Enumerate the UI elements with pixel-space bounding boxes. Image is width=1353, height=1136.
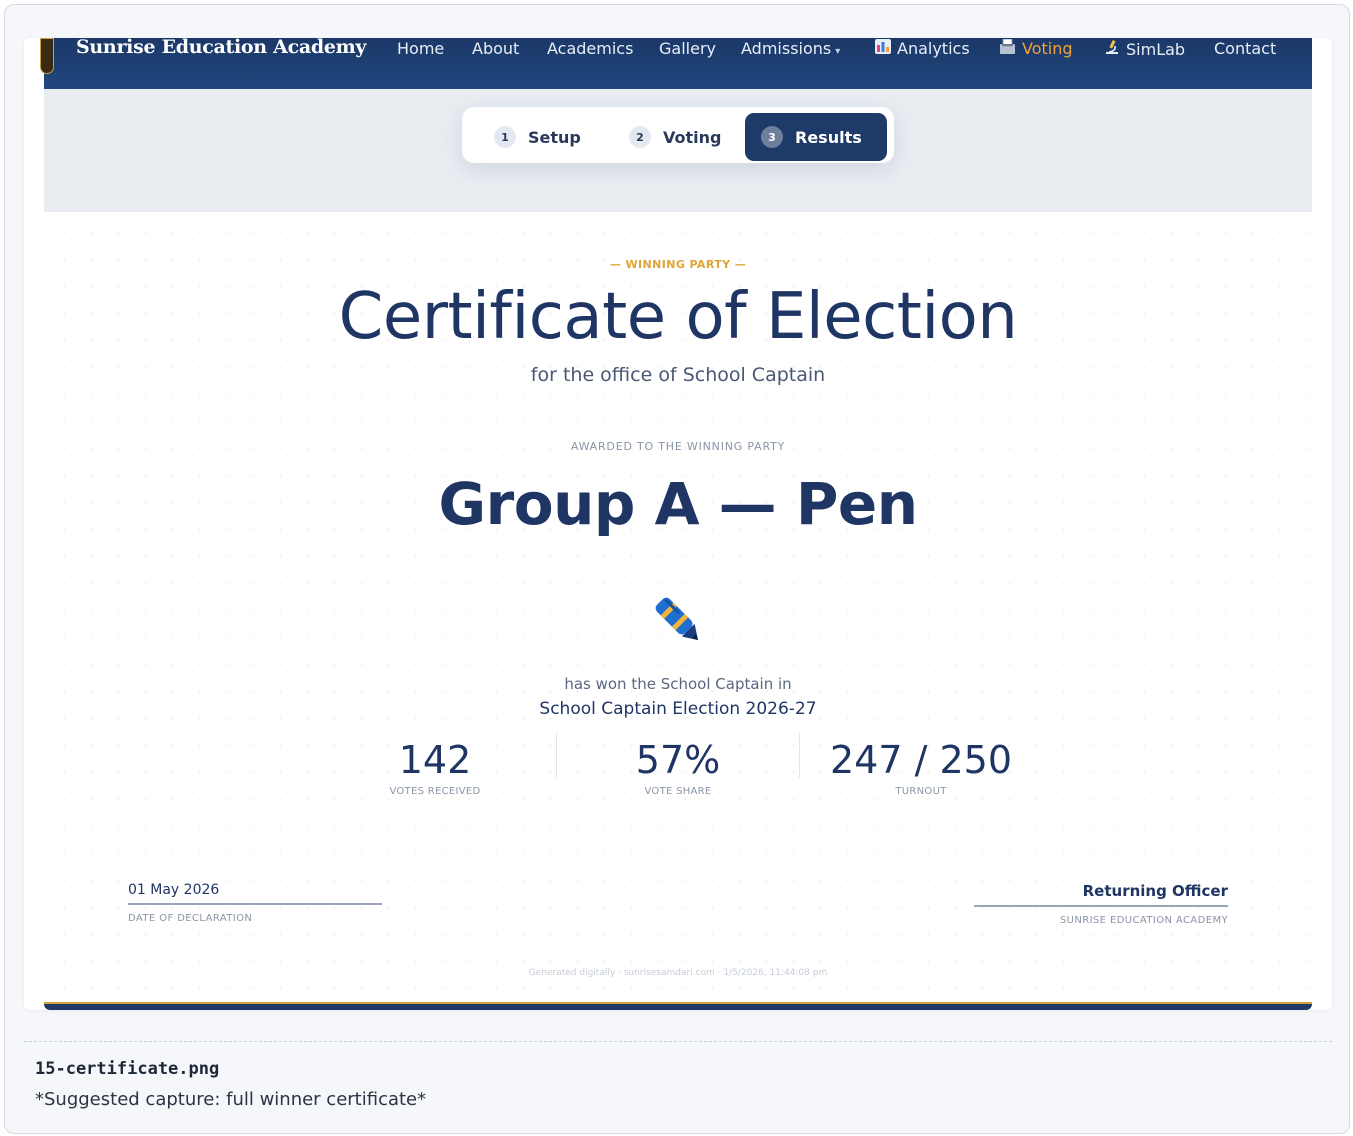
certificate-bottom-border [44, 1002, 1312, 1010]
nav-simlab[interactable]: SimLab [1104, 39, 1185, 59]
generated-note: Generated digitally · sunrisesamdari.com… [528, 968, 828, 978]
nav-voting[interactable]: Voting [999, 38, 1073, 58]
nav-analytics-label: Analytics [897, 39, 970, 58]
screenshot-card: Sunrise Education Academy Home About Aca… [24, 38, 1332, 1010]
pen-icon [648, 590, 710, 652]
step-setup[interactable]: 1 Setup [478, 113, 597, 161]
stat-turnout: 247 / 250 TURNOUT [801, 726, 1041, 797]
stepper-band: 1 Setup 2 Voting 3 Results [44, 89, 1312, 212]
election-name: School Captain Election 2026-27 [539, 699, 817, 719]
ballot-box-icon [999, 38, 1016, 58]
declaration-date: 01 May 2026 [128, 882, 382, 905]
certificate-subtitle: for the office of School Captain [530, 364, 826, 386]
caption-filename: 15-certificate.png [35, 1059, 220, 1079]
stat-divider [799, 732, 800, 778]
nav-about[interactable]: About [472, 39, 519, 58]
winner-name: Group A — Pen [438, 470, 918, 538]
certificate-title: Certificate of Election [338, 280, 1018, 354]
caption-note: *Suggested capture: full winner certific… [35, 1089, 427, 1110]
caption-divider [24, 1041, 1332, 1042]
stat-value: 57% [635, 738, 721, 782]
stat-votes-received: 142 VOTES RECEIVED [315, 726, 555, 797]
wizard-stepper: 1 Setup 2 Voting 3 Results [462, 107, 894, 163]
stat-value: 247 / 250 [829, 738, 1013, 782]
step-label: Results [795, 127, 862, 147]
stat-label: TURNOUT [895, 786, 947, 797]
chevron-down-icon: ▾ [835, 46, 841, 57]
stat-label: VOTE SHARE [644, 786, 712, 797]
election-certificate: — WINNING PARTY — Certificate of Electio… [44, 212, 1312, 1010]
nav-admissions-label: Admissions [741, 39, 832, 58]
won-line: has won the School Captain in [564, 675, 792, 693]
stat-vote-share: 57% VOTE SHARE [558, 726, 798, 797]
nav-simlab-label: SimLab [1126, 40, 1186, 59]
nav-voting-label: Voting [1022, 39, 1073, 58]
step-number: 2 [629, 126, 651, 148]
certificate-kicker: — WINNING PARTY — [609, 258, 747, 271]
nav-gallery[interactable]: Gallery [659, 39, 716, 58]
nav-analytics[interactable]: Analytics [875, 39, 970, 58]
stat-label: VOTES RECEIVED [389, 786, 481, 797]
step-voting[interactable]: 2 Voting [613, 113, 737, 161]
stat-value: 142 [398, 738, 472, 782]
bar-chart-icon [875, 39, 891, 58]
declaration-date-label: DATE OF DECLARATION [128, 913, 253, 924]
officer-title: Returning Officer [974, 882, 1228, 907]
nav-contact[interactable]: Contact [1214, 39, 1276, 58]
academy-crest-icon [40, 38, 54, 74]
top-navbar: Sunrise Education Academy Home About Aca… [40, 38, 1312, 89]
nav-academics[interactable]: Academics [547, 39, 633, 58]
nav-admissions[interactable]: Admissions ▾ [741, 39, 840, 58]
step-label: Setup [528, 127, 581, 147]
awarded-label: AWARDED TO THE WINNING PARTY [570, 440, 786, 453]
nav-home[interactable]: Home [397, 39, 444, 58]
microscope-icon [1104, 39, 1120, 59]
step-number: 3 [761, 126, 783, 148]
brand-name[interactable]: Sunrise Education Academy [76, 38, 366, 58]
step-number: 1 [494, 126, 516, 148]
step-label: Voting [663, 127, 722, 147]
officer-institution: SUNRISE EDUCATION ACADEMY [1059, 915, 1228, 926]
returning-officer: Returning Officer SUNRISE EDUCATION ACAD… [974, 882, 1228, 926]
stat-divider [556, 732, 557, 778]
date-of-declaration: 01 May 2026 DATE OF DECLARATION [128, 882, 382, 924]
step-results[interactable]: 3 Results [745, 113, 887, 161]
